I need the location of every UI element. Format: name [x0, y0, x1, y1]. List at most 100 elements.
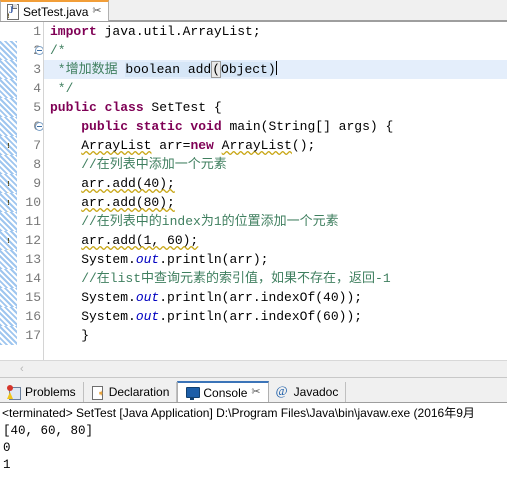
editor-tab-bar: J ! SetTest.java ✂ [0, 0, 507, 33]
java-file-warning-icon: J ! [4, 4, 19, 33]
code-line[interactable]: arr.add(80); [44, 193, 507, 212]
code-token: out [135, 309, 160, 324]
bottom-tab-console[interactable]: Console ✂ [177, 381, 269, 402]
code-line[interactable]: arr.add(40); [44, 174, 507, 193]
line-number: 1 [33, 24, 41, 39]
code-line[interactable]: //在列表中的index为1的位置添加一个元素 [44, 212, 507, 231]
code-token: arr.add(80); [81, 195, 175, 210]
code-line[interactable]: System.out.println(arr); [44, 250, 507, 269]
code-line[interactable]: //在列表中添加一个元素 [44, 155, 507, 174]
code-line[interactable]: //在list中查询元素的索引值，如果不存在，返回-1 [44, 269, 507, 288]
bottom-tab-label: Console [203, 385, 248, 400]
console-output-line: [40, 60, 80] [3, 424, 94, 438]
code-line[interactable]: } [44, 326, 507, 345]
code-token: } [50, 328, 90, 343]
quick-diff-stripe [0, 60, 17, 79]
code-line[interactable]: arr.add(1, 60); [44, 231, 507, 250]
warning-marker-icon[interactable]: ! [3, 197, 14, 221]
editor-tab-empty-space [108, 0, 507, 21]
editor-line-number-gutter: 1234567891011121314151617 [17, 22, 44, 360]
code-token: .println(arr); [159, 252, 269, 267]
code-token: /* [50, 43, 66, 58]
line-number: 5 [33, 100, 41, 115]
editor-horizontal-scrollbar[interactable]: ‹ [0, 360, 507, 377]
code-line[interactable]: import java.util.ArrayList; [44, 22, 507, 41]
code-token: arr.add(40); [81, 176, 175, 191]
quick-diff-stripe [0, 155, 17, 174]
line-number: 12 [25, 233, 41, 248]
quick-diff-stripe [0, 79, 17, 98]
code-token: boolean add [125, 62, 212, 77]
quick-diff-stripe [0, 41, 17, 60]
line-number: 14 [25, 271, 41, 286]
code-editor[interactable]: !!!! 1234567891011121314151617 import ja… [0, 22, 507, 360]
line-number: 15 [25, 290, 41, 305]
line-number: 3 [33, 62, 41, 77]
code-token: public static void [81, 119, 230, 134]
code-line[interactable]: System.out.println(arr.indexOf(40)); [44, 288, 507, 307]
code-line[interactable]: *增加数据 boolean add(Object) [44, 60, 507, 79]
warning-marker-icon[interactable]: ! [3, 178, 14, 202]
code-token: .println(arr.indexOf(40)); [159, 290, 363, 305]
line-number: 16 [25, 309, 41, 324]
bottom-tab-label: Javadoc [293, 385, 339, 399]
bottom-view-tab-bar: Problems ➧ Declaration Console ✂ @ Javadoc [0, 381, 507, 403]
code-token: .println(arr.indexOf(60)); [159, 309, 363, 324]
line-number: 7 [33, 138, 41, 153]
code-token: (); [291, 138, 316, 153]
code-token: new [190, 138, 222, 153]
code-token: //在列表中的index为1的位置添加一个元素 [50, 214, 339, 229]
code-token: System. [50, 290, 136, 305]
console-output-line: 1 [3, 458, 11, 472]
text-caret [275, 61, 277, 75]
console-output-panel[interactable]: <terminated> SetTest [Java Application] … [0, 403, 507, 500]
code-token: public class [50, 100, 152, 115]
code-token: //在list中查询元素的索引值，如果不存在，返回-1 [50, 271, 391, 286]
console-icon [185, 386, 201, 400]
code-line[interactable]: /* [44, 41, 507, 60]
declaration-icon: ➧ [91, 385, 105, 400]
quick-diff-stripe [0, 98, 17, 117]
code-token: out [135, 252, 160, 267]
code-token: SetTest { [151, 100, 222, 115]
code-token: //在列表中添加一个元素 [50, 157, 227, 172]
quick-diff-stripe [0, 288, 17, 307]
line-number: 13 [25, 252, 41, 267]
bottom-tab-declaration[interactable]: ➧ Declaration [84, 382, 178, 402]
quick-diff-stripe [0, 250, 17, 269]
line-number: 4 [33, 81, 41, 96]
line-number: 9 [33, 176, 41, 191]
close-icon[interactable]: ✂ [251, 387, 260, 398]
code-token: out [135, 290, 160, 305]
warning-marker-icon[interactable]: ! [3, 140, 14, 164]
editor-tab-settest-java[interactable]: J ! SetTest.java ✂ [0, 0, 109, 33]
code-line[interactable]: ArrayList arr=new ArrayList(); [44, 136, 507, 155]
warning-marker-icon[interactable]: ! [3, 235, 14, 259]
line-number: 17 [25, 328, 41, 343]
code-token: Object) [221, 62, 276, 77]
code-line[interactable]: public class SetTest { [44, 98, 507, 117]
code-token: java.util.ArrayList; [104, 24, 261, 39]
code-token: import [50, 24, 105, 39]
bottom-tab-problems[interactable]: Problems [0, 382, 84, 402]
editor-tab-label: SetTest.java [23, 4, 89, 19]
code-line[interactable]: public static void main(String[] args) { [44, 117, 507, 136]
scroll-left-arrow-icon[interactable]: ‹ [20, 363, 24, 375]
code-token: ( [211, 61, 222, 78]
editor-code-area[interactable]: import java.util.ArrayList; /* *增加数据 bool… [43, 22, 507, 360]
bottom-tab-label: Declaration [108, 385, 170, 399]
code-token: arr= [151, 138, 191, 153]
code-token: System. [50, 252, 136, 267]
quick-diff-stripe [0, 269, 17, 288]
quick-diff-stripe [0, 117, 17, 136]
code-line[interactable]: System.out.println(arr.indexOf(60)); [44, 307, 507, 326]
editor-marker-column[interactable]: !!!! [0, 22, 17, 360]
code-line[interactable]: */ [44, 79, 507, 98]
close-icon[interactable]: ✂ [92, 6, 101, 17]
code-token: ArrayList [81, 138, 152, 153]
bottom-tab-javadoc[interactable]: @ Javadoc [269, 382, 347, 402]
console-terminated-line: <terminated> SetTest [Java Application] … [2, 406, 475, 420]
code-token: arr.add(1, 60); [81, 233, 199, 248]
